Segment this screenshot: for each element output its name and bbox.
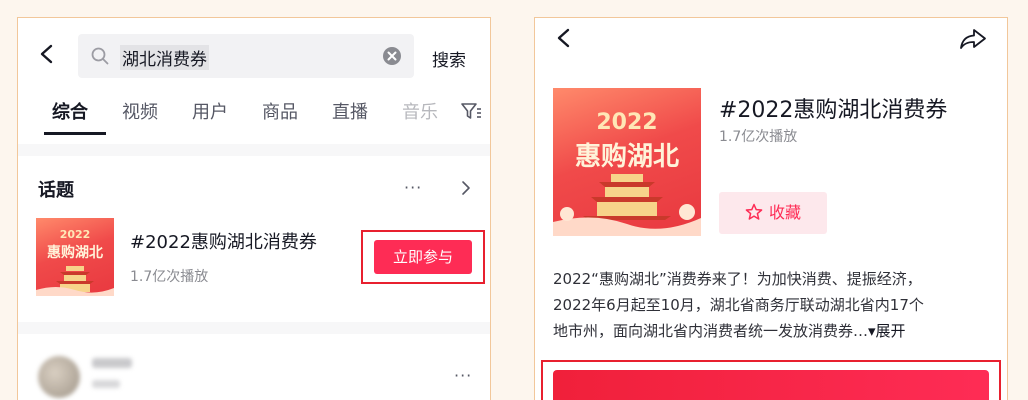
- cover-year: 2022: [596, 110, 658, 135]
- tab-users[interactable]: 用户: [192, 98, 228, 124]
- description-line: 2022“惠购湖北”消费券来了！为加快消费、提振经济，: [553, 270, 922, 288]
- tab-all[interactable]: 综合: [52, 98, 88, 124]
- result-tabs: 综合 视频 用户 商品 直播 音乐: [18, 96, 490, 136]
- star-icon: [745, 203, 763, 220]
- topic-play-count: 1.7亿次播放: [719, 129, 798, 145]
- search-input[interactable]: 湖北消费券: [78, 34, 414, 78]
- favorite-button[interactable]: 收藏: [719, 192, 827, 234]
- chevron-right-icon[interactable]: [461, 180, 471, 196]
- more-icon[interactable]: ···: [454, 366, 472, 385]
- active-tab-indicator: [44, 132, 106, 135]
- back-arrow-icon[interactable]: [555, 28, 571, 48]
- favorite-label: 收藏: [768, 203, 801, 222]
- topic-title: #2022惠购湖北消费券: [719, 98, 948, 123]
- description-line: 地市州，面向湖北省内消费者统一发放消费券…▾展开: [553, 318, 993, 344]
- topic-cover-image: 2022 惠购湖北: [553, 88, 701, 236]
- thumbnail-title: 惠购湖北: [47, 245, 103, 261]
- clear-icon[interactable]: [382, 46, 402, 66]
- search-icon: [91, 47, 109, 65]
- search-query-text: 湖北消费券: [120, 45, 209, 70]
- section-divider: [18, 322, 490, 334]
- more-icon[interactable]: ···: [404, 178, 422, 197]
- avatar[interactable]: [38, 356, 80, 398]
- tab-products[interactable]: 商品: [262, 98, 298, 124]
- tower-illustration: [553, 174, 701, 236]
- description-text: 地市州，面向湖北省内消费者统一发放消费券…: [553, 322, 869, 340]
- blurred-user-meta: [92, 380, 120, 388]
- tower-illustration: [36, 266, 114, 296]
- topic-name[interactable]: #2022惠购湖北消费券: [130, 228, 317, 254]
- tab-live[interactable]: 直播: [332, 98, 368, 124]
- filter-icon[interactable]: [460, 100, 482, 122]
- search-button[interactable]: 搜索: [432, 46, 466, 71]
- topic-description: 2022“惠购湖北”消费券来了！为加快消费、提振经济， 2022年6月起至10月…: [553, 266, 993, 344]
- join-now-button[interactable]: 立即参与: [374, 240, 472, 274]
- tab-music[interactable]: 音乐: [402, 98, 442, 124]
- tab-videos[interactable]: 视频: [122, 98, 158, 124]
- topic-play-count: 1.7亿次播放: [130, 269, 209, 285]
- topic-banner[interactable]: [553, 370, 989, 400]
- topic-detail-screen: 2022 惠购湖北 #2022惠购湖北消费券 1.7亿次播放 收藏 2022“惠…: [534, 17, 1008, 400]
- description-line: 2022年6月起至10月，湖北省商务厅联动湖北省内17个: [553, 296, 924, 314]
- share-icon[interactable]: [959, 28, 987, 50]
- expand-link[interactable]: ▾展开: [868, 322, 906, 340]
- search-results-screen: 湖北消费券 搜索 综合 视频 用户 商品 直播 音乐 话题 ··· 2022 惠…: [17, 17, 491, 400]
- topic-section-title: 话题: [38, 180, 74, 201]
- section-divider: [18, 144, 490, 156]
- blurred-username: [92, 358, 132, 368]
- back-arrow-icon[interactable]: [38, 44, 54, 64]
- thumbnail-year: 2022: [59, 228, 91, 241]
- topic-thumbnail: 2022 惠购湖北: [36, 218, 114, 296]
